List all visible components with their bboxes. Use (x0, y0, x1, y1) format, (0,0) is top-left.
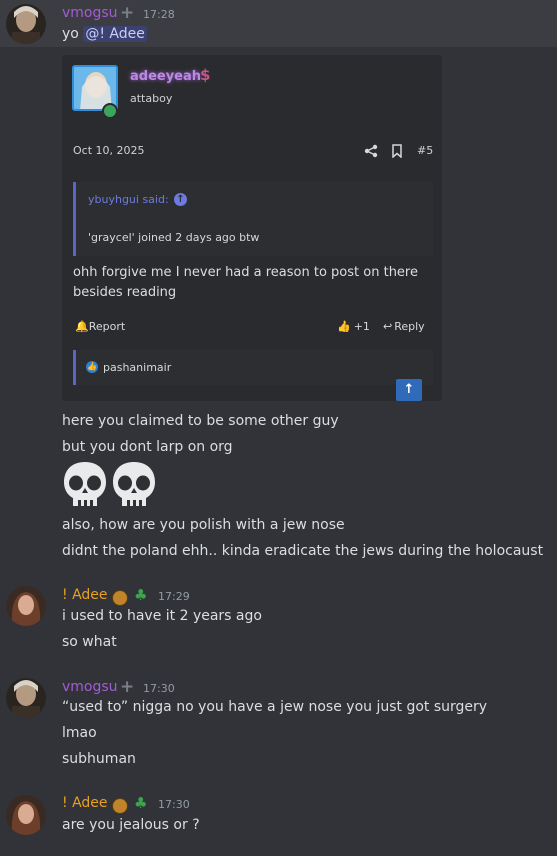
scroll-to-top-button[interactable]: ↑ (396, 379, 422, 401)
message-text: also, how are you polish with a jew nose (62, 517, 345, 533)
plus-badge-icon: + (120, 677, 135, 697)
like-reaction-icon: 👍 (86, 361, 98, 373)
avatar[interactable] (6, 4, 46, 44)
report-button[interactable]: 🔔Report (75, 320, 125, 333)
role-badge-icon (112, 590, 128, 606)
timestamp: 17:28 (143, 8, 175, 21)
author-name[interactable]: vmogsu (62, 679, 118, 695)
quote-text: 'graycel' joined 2 days ago btw (88, 231, 260, 244)
post-date: Oct 10, 2025 (73, 144, 145, 157)
message-text: yo @! Adee (62, 26, 147, 42)
timestamp: 17:30 (158, 798, 190, 811)
post-body-line: besides reading (73, 285, 177, 300)
avatar[interactable] (6, 795, 46, 835)
avatar[interactable] (6, 678, 46, 718)
post-body-line: ohh forgive me I never had a reason to p… (73, 265, 418, 280)
bell-icon: 🔔 (75, 320, 89, 333)
reply-button[interactable]: ↩ Reply (383, 320, 425, 333)
clover-badge-icon: ♣ (134, 794, 148, 812)
like-count: +1 (353, 320, 370, 333)
reactions-bar: 👍 pashanimair (73, 350, 433, 385)
quoted-post: ybuyhgui said: ↑ 'graycel' joined 2 days… (73, 182, 433, 256)
share-icon[interactable] (364, 143, 378, 162)
avatar-image (6, 4, 46, 44)
message-text: here you claimed to be some other guy (62, 413, 339, 429)
avatar-image (6, 586, 46, 626)
report-label: Report (88, 320, 126, 333)
author-name[interactable]: ! Adee (62, 795, 108, 811)
go-to-quote-icon[interactable]: ↑ (174, 193, 187, 206)
message-text: subhuman (62, 751, 136, 767)
timestamp: 17:29 (158, 590, 190, 603)
message-text: but you dont larp on org (62, 439, 233, 455)
plus-badge-icon: + (120, 3, 135, 23)
clover-badge-icon: ♣ (134, 586, 148, 604)
role-badge-icon (112, 798, 128, 814)
message-text: lmao (62, 725, 97, 741)
quote-author-label: ybuyhgui said: (88, 193, 169, 206)
message-text: so what (62, 634, 117, 650)
message-text: “used to” nigga no you have a jew nose y… (62, 699, 488, 715)
avatar-image (6, 795, 46, 835)
skull-emoji-icon (113, 462, 155, 506)
message-text: are you jealous or ? (62, 817, 200, 833)
message-text: didnt the poland ehh.. kinda eradicate t… (62, 543, 544, 559)
online-status-icon (102, 103, 118, 119)
author-name[interactable]: ! Adee (62, 587, 108, 603)
timestamp: 17:30 (143, 682, 175, 695)
user-mention[interactable]: @! Adee (83, 26, 147, 42)
skull-emoji-icon (64, 462, 106, 506)
thumbs-up-icon: 👍 (337, 320, 351, 333)
bookmark-icon[interactable] (391, 143, 403, 162)
author-name[interactable]: vmogsu (62, 5, 118, 21)
avatar[interactable] (6, 586, 46, 626)
poster-subtitle: attaboy (130, 92, 173, 105)
message-prefix: yo (62, 26, 79, 42)
like-button[interactable]: 👍 +1 (337, 320, 370, 333)
quote-author[interactable]: ybuyhgui said: (88, 193, 169, 206)
avatar-image (6, 678, 46, 718)
post-number[interactable]: #5 (417, 144, 433, 157)
reactor-name[interactable]: pashanimair (103, 361, 171, 374)
poster-name[interactable]: adeeyeah (130, 69, 201, 84)
dollar-badge-icon: $ (200, 66, 211, 84)
reply-label: Reply (394, 320, 425, 333)
reply-arrow-icon: ↩ (383, 320, 393, 333)
message-text: i used to have it 2 years ago (62, 608, 262, 624)
